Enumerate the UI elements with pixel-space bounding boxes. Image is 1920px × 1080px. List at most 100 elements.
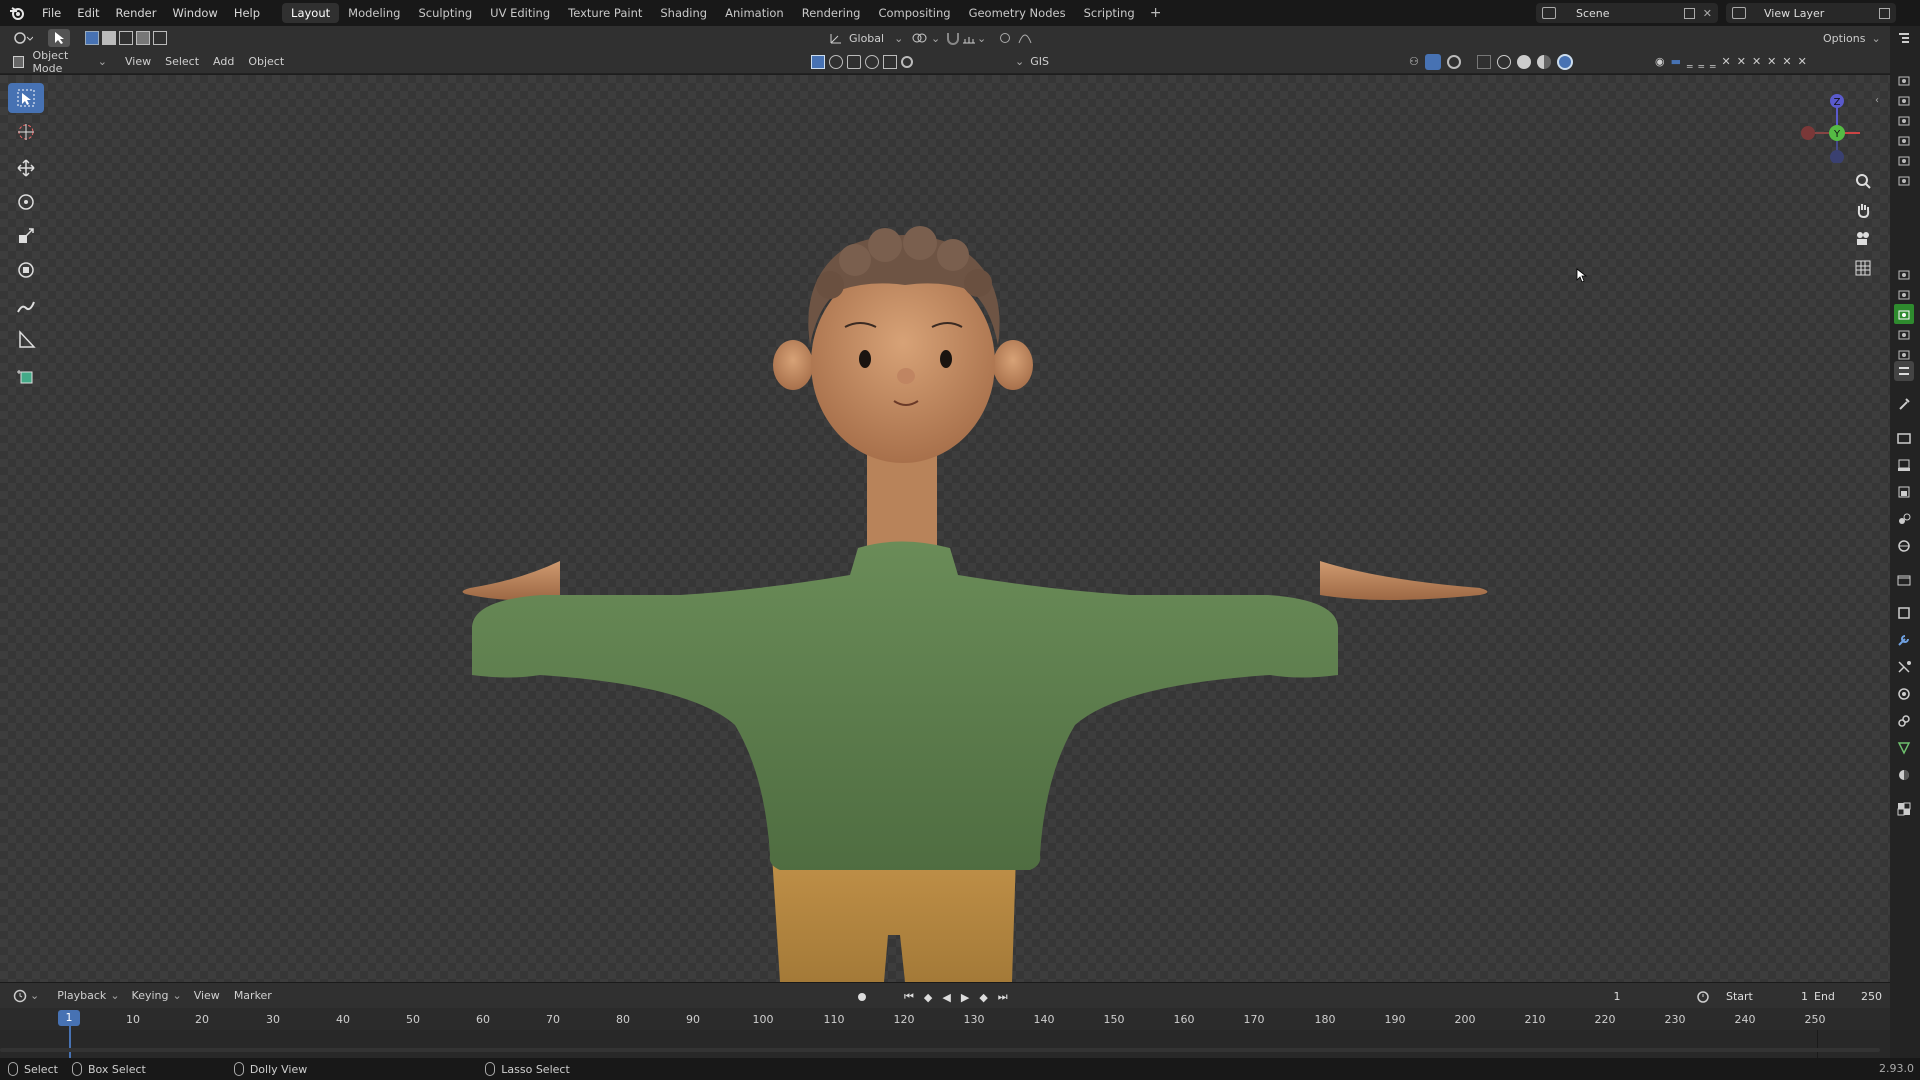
menu-edit[interactable]: Edit [69, 3, 107, 23]
snap-toggle[interactable]: ⌄ [940, 29, 991, 47]
tab-animation[interactable]: Animation [716, 3, 793, 23]
collection-properties-icon[interactable] [1894, 570, 1914, 590]
jump-start-icon[interactable]: ⏮ [904, 990, 914, 1004]
layer-toggle-icon[interactable]: ‗ [1699, 55, 1705, 68]
layer-toggle-icon[interactable]: ✕ [1722, 55, 1731, 68]
editor-type-icon[interactable] [8, 29, 38, 47]
output-properties-icon[interactable] [1894, 455, 1914, 475]
close-icon[interactable]: ✕ [1703, 7, 1712, 20]
texture-properties-icon[interactable] [1894, 799, 1914, 819]
layer-toggle-icon[interactable]: ▬ [1671, 55, 1681, 68]
outliner-icon[interactable] [1894, 28, 1914, 48]
modifier-wrench-icon[interactable] [1894, 630, 1914, 650]
mode-dropdown[interactable]: Object Mode ⌄ [8, 49, 112, 75]
data-properties-icon[interactable] [1894, 738, 1914, 758]
camera-icon[interactable] [1894, 324, 1914, 344]
view-layer-selector[interactable]: View Layer [1726, 3, 1896, 23]
transform-orientation-dropdown[interactable]: Global ⌄ [824, 29, 908, 47]
camera-icon[interactable] [1894, 150, 1914, 170]
keying-menu[interactable]: Keying ⌄ [127, 987, 187, 1005]
material-properties-icon[interactable] [1894, 765, 1914, 785]
gizmo-toggle-icon[interactable] [1424, 53, 1441, 70]
map-icon[interactable] [865, 54, 879, 69]
solid-shading-icon[interactable] [1516, 54, 1531, 69]
scene-selector[interactable]: Scene ✕ [1536, 3, 1718, 23]
chevron-left-icon[interactable]: ‹ [1875, 95, 1879, 106]
world-properties-icon[interactable] [1894, 536, 1914, 556]
tab-scripting[interactable]: Scripting [1075, 3, 1144, 23]
neg-z-axis-handle[interactable] [1830, 150, 1844, 163]
timeline-editor-type[interactable]: ⌄ [8, 987, 44, 1005]
tab-sculpting[interactable]: Sculpting [409, 3, 481, 23]
layer-toggle-icon[interactable]: ✕ [1767, 55, 1776, 68]
timeline-scrollbar[interactable] [0, 1048, 1880, 1052]
building-icon[interactable] [883, 54, 897, 69]
mode-new-icon[interactable] [85, 31, 99, 45]
tab-rendering[interactable]: Rendering [793, 3, 870, 23]
copy-icon[interactable] [1879, 7, 1890, 19]
playback-menu[interactable]: Playback ⌄ [52, 987, 124, 1005]
playhead-frame-badge[interactable]: 1 [58, 1010, 80, 1026]
menu-add[interactable]: Add [208, 53, 239, 71]
copy-icon[interactable] [1683, 7, 1695, 19]
tab-texture-paint[interactable]: Texture Paint [559, 3, 651, 23]
record-icon[interactable] [858, 993, 866, 1001]
eye-icon[interactable]: ◉ [1655, 55, 1665, 68]
current-frame-field[interactable]: 1 [1582, 988, 1652, 1006]
layer-toggle-icon[interactable]: ‗ [1687, 55, 1693, 68]
gis-menu[interactable]: ⌄ GIS [1010, 53, 1054, 71]
render-properties-icon[interactable] [1894, 428, 1914, 448]
marker-menu[interactable]: Marker [229, 987, 277, 1005]
particles-icon[interactable] [1894, 657, 1914, 677]
options-dropdown[interactable]: Options ⌄ [1818, 29, 1886, 47]
camera-icon[interactable] [1894, 110, 1914, 130]
proportional-edit-icon[interactable] [1000, 33, 1010, 43]
camera-icon[interactable] [1894, 130, 1914, 150]
stopwatch-icon[interactable] [1696, 989, 1710, 1006]
camera-icon[interactable] [1894, 90, 1914, 110]
camera-icon[interactable] [1894, 264, 1914, 284]
selectability-icon[interactable]: ⚇ [1409, 55, 1419, 68]
mode-extend-icon[interactable] [102, 31, 116, 45]
camera-icon[interactable] [1894, 284, 1914, 304]
play-reverse-icon[interactable]: ◀ [942, 991, 950, 1004]
menu-help[interactable]: Help [226, 3, 268, 23]
jump-end-icon[interactable]: ⏭ [998, 990, 1008, 1004]
navigation-gizmo[interactable]: Z X Y [1790, 83, 1860, 163]
tab-modeling[interactable]: Modeling [339, 3, 409, 23]
neg-x-axis-handle[interactable] [1801, 126, 1815, 140]
constraints-icon[interactable] [1894, 711, 1914, 731]
blender-logo-icon[interactable] [6, 2, 28, 24]
camera-icon[interactable] [1894, 170, 1914, 190]
mode-invert-icon[interactable] [136, 31, 150, 45]
wireframe-shading-icon[interactable] [1496, 54, 1511, 69]
material-shading-icon[interactable] [1536, 54, 1551, 69]
tab-uv-editing[interactable]: UV Editing [481, 3, 559, 23]
physics-icon[interactable] [1894, 684, 1914, 704]
layer-toggle-icon[interactable]: ✕ [1737, 55, 1746, 68]
start-frame-field[interactable]: Start 1 [1720, 988, 1814, 1006]
tab-geometry-nodes[interactable]: Geometry Nodes [960, 3, 1075, 23]
menu-view[interactable]: View [120, 53, 156, 71]
tab-layout[interactable]: Layout [282, 3, 340, 23]
add-workspace-button[interactable]: + [1144, 5, 1168, 21]
menu-file[interactable]: File [34, 3, 69, 23]
play-icon[interactable]: ▶ [961, 991, 969, 1004]
selection-mode-group[interactable] [80, 29, 172, 47]
view-layer-properties-icon[interactable] [1894, 482, 1914, 502]
globe-icon[interactable] [829, 54, 843, 69]
layer-toggle-icon[interactable]: ✕ [1798, 55, 1807, 68]
playhead-line[interactable] [69, 1026, 71, 1058]
3d-viewport[interactable]: Z X Y ‹ [0, 75, 1890, 982]
next-keyframe-icon[interactable]: ◆ [979, 991, 987, 1004]
object-properties-icon[interactable] [1894, 603, 1914, 623]
active-camera-icon[interactable] [1894, 304, 1914, 324]
camera-icon[interactable] [1894, 70, 1914, 90]
mode-intersect-icon[interactable] [153, 31, 167, 45]
tab-shading[interactable]: Shading [651, 3, 716, 23]
overlay-toggle-icon[interactable] [1446, 54, 1461, 69]
select-box-icon[interactable] [811, 54, 825, 69]
end-frame-field[interactable]: End 250 [1808, 988, 1888, 1006]
search-icon[interactable] [901, 55, 913, 68]
tab-compositing[interactable]: Compositing [869, 3, 959, 23]
